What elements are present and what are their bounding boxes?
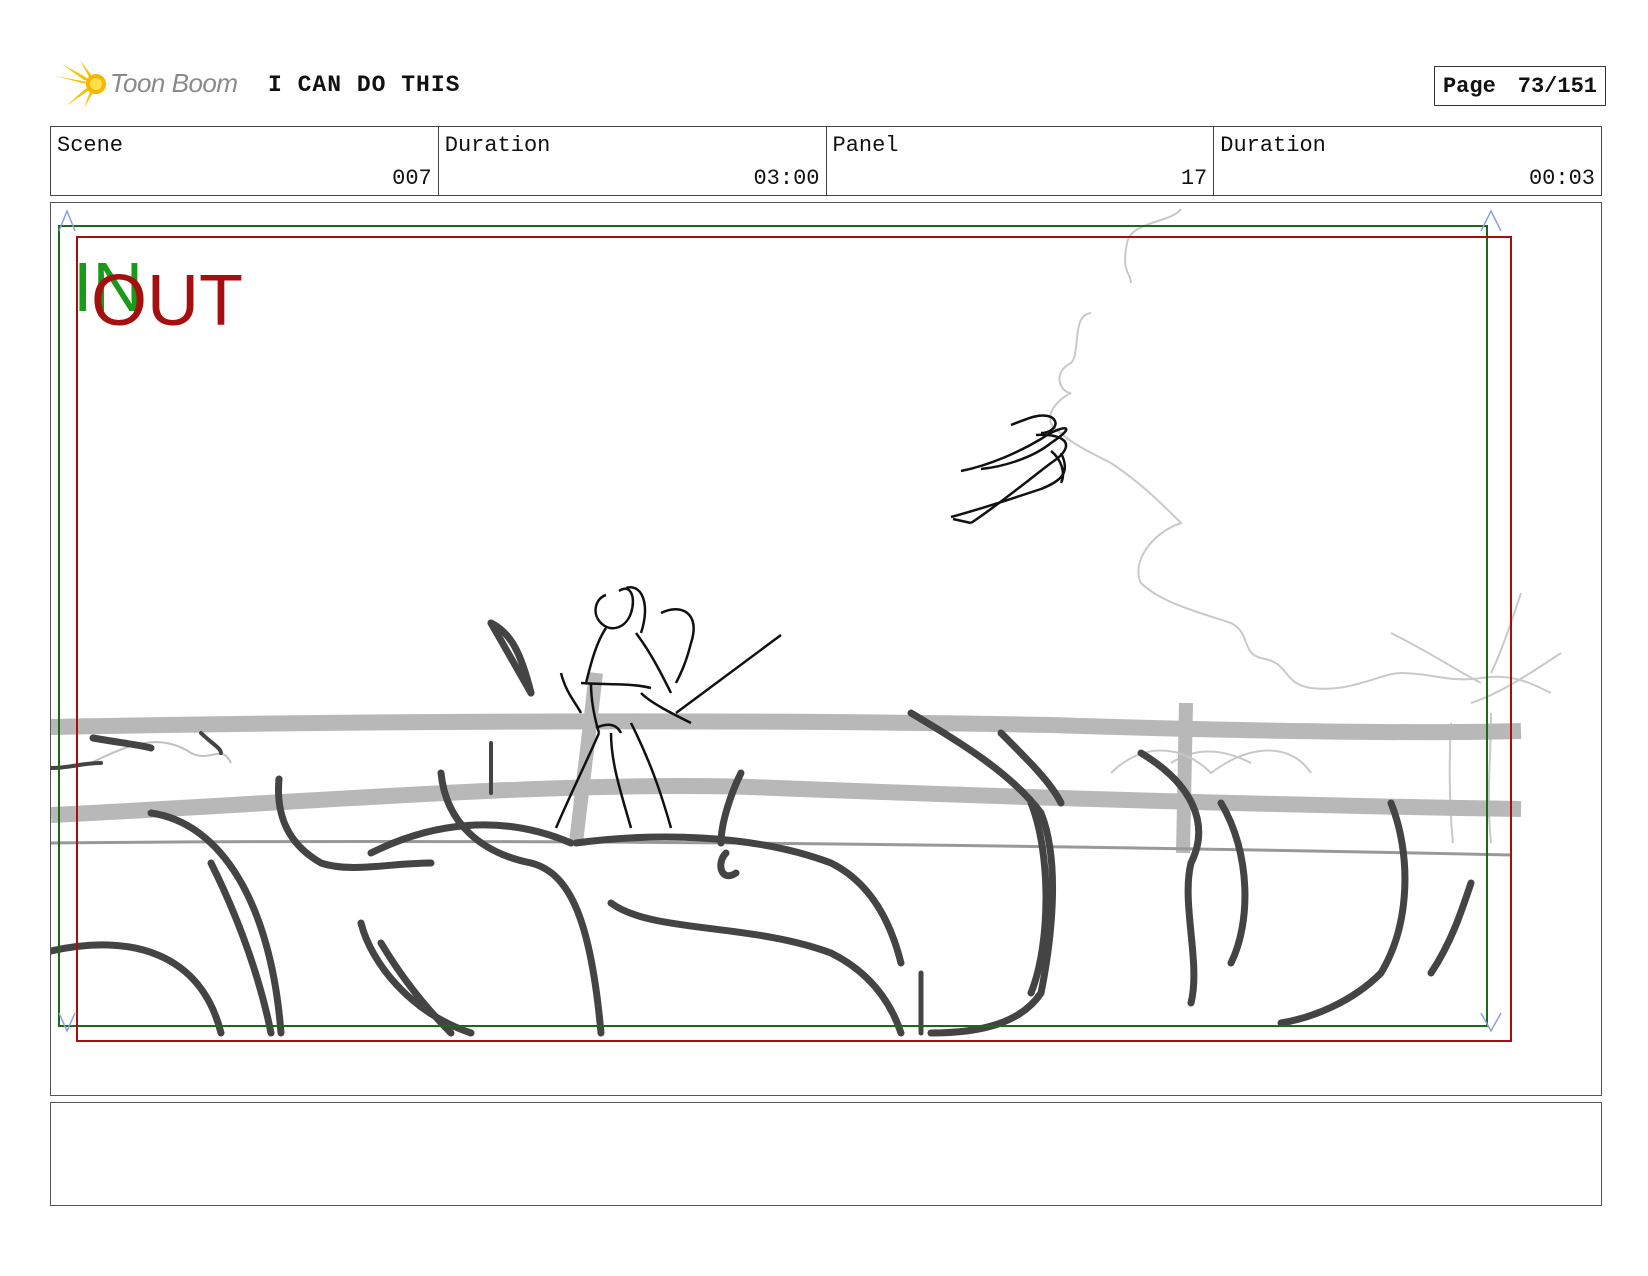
scene-label: Scene xyxy=(57,133,124,158)
scene-duration-value: 03:00 xyxy=(753,166,820,191)
scene-cell: Scene 007 xyxy=(51,127,439,195)
in-frame-guide xyxy=(58,225,1488,1027)
scene-duration-label: Duration xyxy=(444,133,551,158)
panel-notes-box[interactable] xyxy=(50,1102,1602,1206)
storyboard-panel: IN OUT xyxy=(50,202,1602,1096)
toon-boom-logo: Toon Boom xyxy=(54,58,254,110)
panel-duration-cell: Duration 00:03 xyxy=(1214,127,1601,195)
sunburst-icon xyxy=(56,60,106,108)
panel-cell: Panel 17 xyxy=(827,127,1215,195)
grass-sketch xyxy=(51,619,1475,1037)
panel-label: Panel xyxy=(832,133,899,158)
panel-duration-label: Duration xyxy=(1220,133,1326,158)
panel-drawing: IN OUT xyxy=(51,208,1562,1042)
panel-value: 17 xyxy=(1180,166,1208,191)
page-indicator: Page 73/151 xyxy=(1433,66,1606,106)
background-tree-sketch xyxy=(1049,208,1562,844)
page-label: Page xyxy=(1442,73,1496,99)
page-number: 73/151 xyxy=(1517,73,1597,99)
out-label: OUT xyxy=(91,261,243,341)
corner-markers xyxy=(58,208,1502,1033)
out-frame-guide xyxy=(76,236,1512,1042)
scene-info-table: Scene 007 Duration 03:00 Panel 17 Durati… xyxy=(50,126,1602,196)
fence-sketch xyxy=(51,672,1522,857)
scene-duration-cell: Duration 03:00 xyxy=(439,127,827,195)
panel-duration-value: 00:03 xyxy=(1528,166,1595,191)
scene-value: 007 xyxy=(392,166,432,191)
flying-character-sketch xyxy=(950,414,1068,525)
page-header: Toon Boom I CAN DO THIS Page 73/151 xyxy=(54,58,1606,110)
logo-text: Toon Boom xyxy=(110,68,238,98)
project-title: I CAN DO THIS xyxy=(268,72,461,98)
